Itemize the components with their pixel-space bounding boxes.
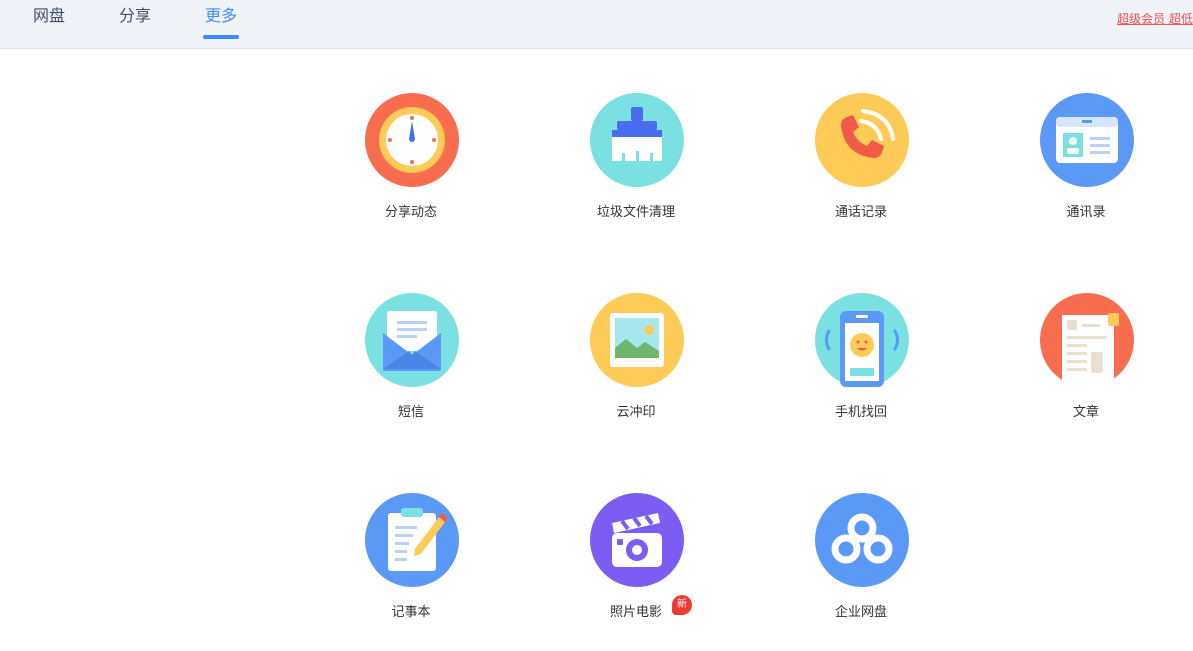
picture-icon — [590, 293, 684, 387]
contact-card-icon — [1040, 93, 1134, 187]
mobile-phone-icon — [815, 293, 909, 387]
app-articles[interactable]: 文章 — [1016, 293, 1156, 443]
broom-icon — [590, 93, 684, 187]
app-label: 云冲印 — [616, 405, 656, 420]
app-enterprise-disk[interactable]: 企业网盘 — [791, 493, 931, 643]
phone-icon — [815, 93, 909, 187]
app-junk-cleaner[interactable]: 垃圾文件清理 — [566, 93, 706, 243]
app-label: 分享动态 — [384, 205, 437, 220]
tab-netdisk[interactable]: 网盘 — [33, 6, 65, 26]
super-vip-link[interactable]: 超级会员 超低 — [1117, 10, 1193, 27]
app-phone-finder[interactable]: 手机找回 — [791, 293, 931, 443]
app-notepad[interactable]: 记事本 — [341, 493, 481, 643]
app-label: 照片电影 — [609, 605, 662, 620]
app-label: 通讯录 — [1066, 205, 1106, 220]
clapperboard-icon — [590, 493, 684, 587]
app-label: 短信 — [397, 405, 424, 420]
app-photo-movie[interactable]: 新 照片电影 — [566, 493, 706, 643]
app-contacts[interactable]: 通讯录 — [1016, 93, 1156, 243]
app-label: 通话记录 — [834, 205, 887, 220]
document-icon — [1040, 293, 1134, 387]
app-label: 垃圾文件清理 — [596, 205, 675, 220]
app-cloud-print[interactable]: 云冲印 — [566, 293, 706, 443]
app-sms[interactable]: 短信 — [341, 293, 481, 443]
tab-more[interactable]: 更多 — [205, 6, 237, 26]
app-label: 手机找回 — [834, 405, 887, 420]
app-share-feed[interactable]: 分享动态 — [341, 93, 481, 243]
notepad-icon — [365, 493, 459, 587]
app-label: 记事本 — [391, 605, 431, 620]
app-label: 文章 — [1072, 405, 1099, 420]
app-call-log[interactable]: 通话记录 — [791, 93, 931, 243]
cloud-logo-icon — [815, 493, 909, 587]
tab-share[interactable]: 分享 — [119, 6, 151, 26]
app-label: 企业网盘 — [834, 605, 887, 620]
clock-icon — [365, 93, 459, 187]
envelope-icon — [365, 293, 459, 387]
top-nav-bar: 网盘 分享 更多 超级会员 超低 — [0, 0, 1193, 49]
active-tab-indicator — [203, 35, 239, 39]
